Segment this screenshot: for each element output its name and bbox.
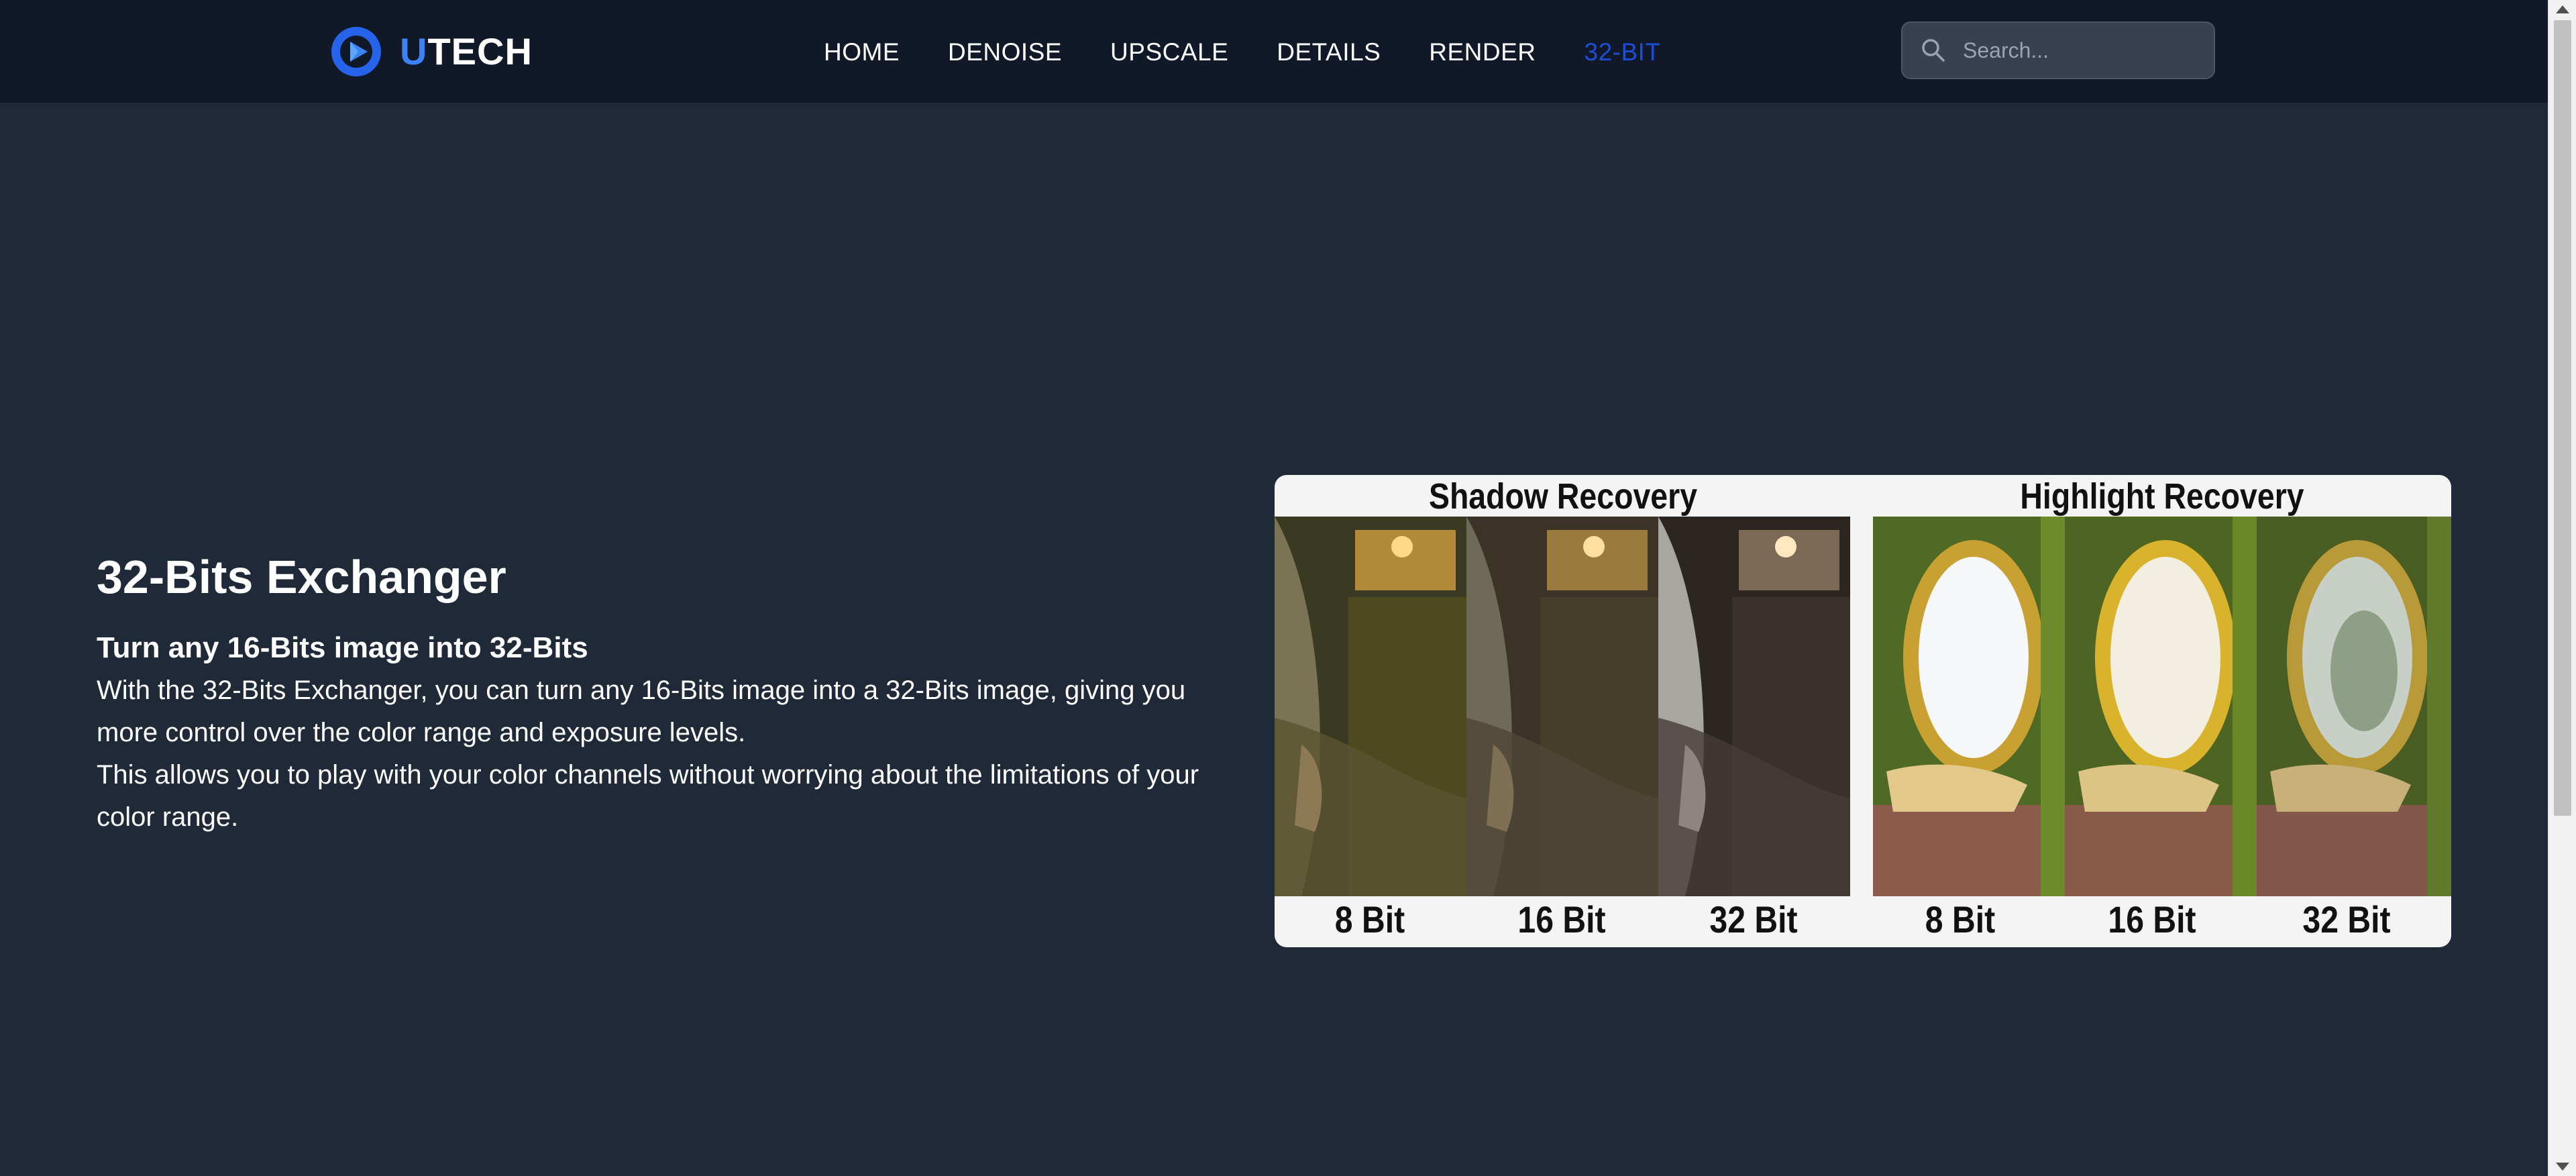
brand-rest: TECH xyxy=(427,30,533,72)
main-nav: HOME DENOISE UPSCALE DETAILS RENDER 32-B… xyxy=(824,34,1661,71)
brand[interactable]: UTECH xyxy=(331,27,533,76)
nav-link-32-bit[interactable]: 32-BIT xyxy=(1585,38,1661,66)
nav-link-render[interactable]: RENDER xyxy=(1429,38,1536,66)
label-8-bit-shadow: 8 Bit xyxy=(1334,898,1405,941)
search-box[interactable] xyxy=(1901,21,2215,79)
shadow-32bit-photo xyxy=(1658,517,1850,896)
highlight-8bit-photo xyxy=(1873,517,2065,896)
page-title: 32-Bits Exchanger xyxy=(97,551,506,603)
highlight-16bit-photo xyxy=(2065,517,2257,896)
brand-name: UTECH xyxy=(400,33,533,70)
page-subtitle: Turn any 16-Bits image into 32-Bits xyxy=(97,631,588,664)
bit-depth-comparison-image: Shadow Recovery Highlight Recovery 8 Bit… xyxy=(1275,475,2451,947)
description-paragraph-2: This allows you to play with your color … xyxy=(97,760,1199,832)
label-32-bit-highlight: 32 Bit xyxy=(2302,898,2391,941)
shadow-8bit-photo xyxy=(1275,517,1466,896)
page: UTECH HOME DENOISE UPSCALE DETAILS RENDE… xyxy=(0,0,2576,1176)
scrollbar-thumb[interactable] xyxy=(2554,20,2571,816)
top-navbar: UTECH HOME DENOISE UPSCALE DETAILS RENDE… xyxy=(0,0,2548,103)
search-input[interactable] xyxy=(1963,38,2204,63)
description-paragraph-1: With the 32-Bits Exchanger, you can turn… xyxy=(97,676,1186,747)
description: With the 32-Bits Exchanger, you can turn… xyxy=(97,670,1224,839)
label-8-bit-highlight: 8 Bit xyxy=(1925,898,1996,941)
label-16-bit-highlight: 16 Bit xyxy=(2108,898,2196,941)
nav-link-details[interactable]: DETAILS xyxy=(1277,38,1381,66)
highlight-recovery-heading: Highlight Recovery xyxy=(2020,476,2304,517)
brand-logo-icon xyxy=(331,27,381,76)
scroll-down-arrow-icon[interactable] xyxy=(2556,1163,2569,1171)
label-32-bit-shadow: 32 Bit xyxy=(1709,898,1798,941)
search-icon xyxy=(1922,39,1945,62)
shadow-recovery-heading: Shadow Recovery xyxy=(1428,476,1698,517)
nav-link-home[interactable]: HOME xyxy=(824,38,900,66)
page-scrollbar[interactable] xyxy=(2548,0,2576,1176)
label-16-bit-shadow: 16 Bit xyxy=(1517,898,1606,941)
highlight-32bit-photo xyxy=(2257,517,2451,896)
nav-link-denoise[interactable]: DENOISE xyxy=(948,38,1062,66)
scroll-up-arrow-icon[interactable] xyxy=(2556,5,2569,13)
nav-link-upscale[interactable]: UPSCALE xyxy=(1110,38,1228,66)
shadow-16bit-photo xyxy=(1466,517,1658,896)
brand-initial: U xyxy=(400,30,428,72)
